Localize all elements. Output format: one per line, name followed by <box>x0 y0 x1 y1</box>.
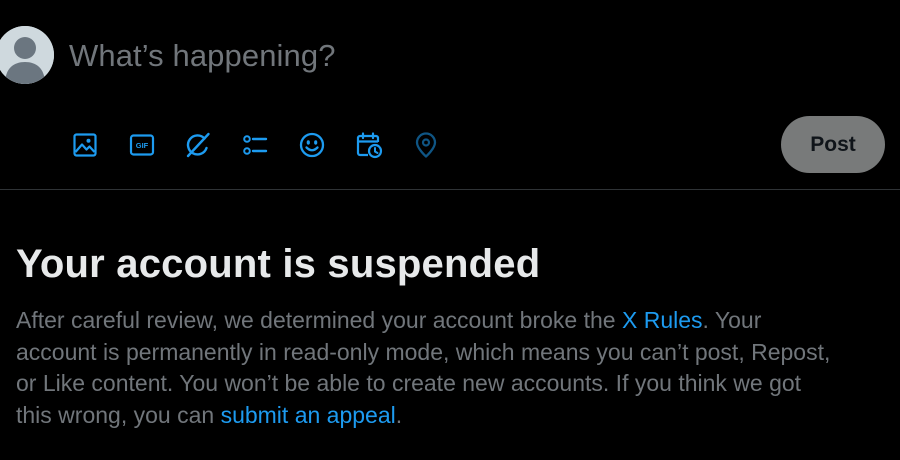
message-text-3: . <box>395 401 403 428</box>
suspension-title: Your account is suspended <box>16 242 541 286</box>
divider <box>0 189 900 190</box>
location-icon <box>415 132 437 158</box>
post-composer: What’s happening? GIF Post <box>0 0 900 189</box>
suspension-message: After careful review, we determined your… <box>16 305 836 431</box>
post-button[interactable]: Post <box>781 116 885 173</box>
emoji-button[interactable] <box>297 129 327 161</box>
compose-input-placeholder[interactable]: What’s happening? <box>69 38 336 74</box>
schedule-icon <box>356 132 383 159</box>
media-icon <box>73 133 97 157</box>
poll-button[interactable] <box>240 129 270 161</box>
gif-button[interactable]: GIF <box>127 129 157 161</box>
default-avatar-icon <box>0 26 54 84</box>
message-text-1: After careful review, we determined your… <box>16 307 622 333</box>
location-button[interactable] <box>411 129 441 161</box>
schedule-button[interactable] <box>354 129 384 161</box>
emoji-icon <box>299 132 325 158</box>
media-button[interactable] <box>70 129 100 161</box>
grok-button[interactable] <box>183 129 213 161</box>
grok-icon <box>186 132 210 158</box>
avatar[interactable] <box>0 26 54 84</box>
submit-appeal-link[interactable]: submit an appeal <box>221 402 396 428</box>
gif-label: GIF <box>136 141 149 150</box>
gif-icon: GIF <box>129 134 155 156</box>
x-rules-link[interactable]: X Rules <box>622 307 703 333</box>
poll-icon <box>243 135 268 155</box>
